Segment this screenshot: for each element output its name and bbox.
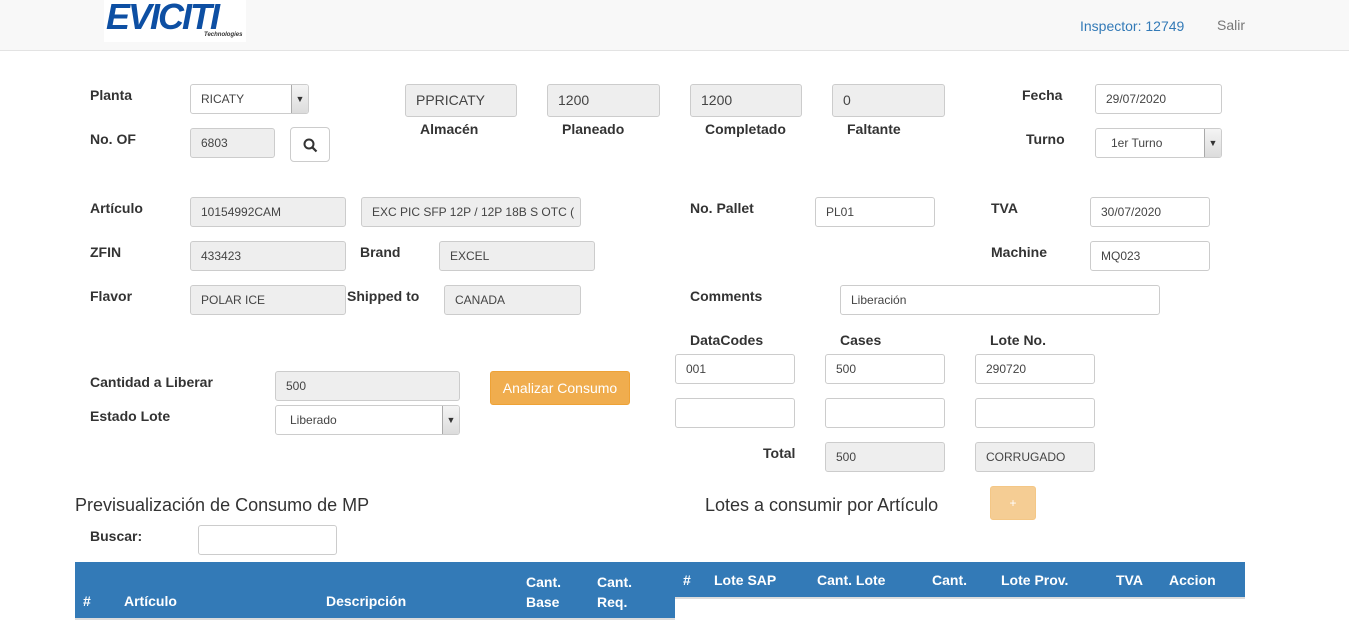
lotes-table-header: # Lote SAP Cant. Lote Cant. Lote Prov. T… (675, 562, 1245, 597)
planeado-label: Planeado (562, 121, 625, 137)
cantidad-label: Cantidad a Liberar (90, 374, 213, 390)
cases-label: Cases (840, 332, 882, 348)
chevron-down-icon: ▼ (1204, 129, 1221, 157)
no-of-field[interactable]: 6803 (190, 128, 275, 158)
completado-field[interactable]: 1200 (690, 84, 802, 117)
zfin-field[interactable]: 433423 (190, 241, 346, 271)
total-label: Total (763, 445, 796, 461)
logout-link[interactable]: Salir (1217, 17, 1245, 33)
column-header[interactable]: Cant. Req. (597, 572, 632, 612)
turno-select[interactable]: 1er Turno ▼ (1095, 128, 1222, 158)
column-header[interactable]: TVA (1116, 572, 1143, 588)
shipped-field[interactable]: CANADA (444, 285, 581, 315)
comments-field[interactable]: Liberación (840, 285, 1160, 315)
completado-label: Completado (705, 121, 786, 137)
column-header[interactable]: Accion (1169, 572, 1216, 588)
planeado-field[interactable]: 1200 (547, 84, 660, 117)
column-header[interactable]: Lote Prov. (1001, 572, 1068, 588)
column-header[interactable]: # (683, 572, 691, 588)
search-of-button[interactable] (290, 127, 330, 162)
lote-no-label: Lote No. (990, 332, 1046, 348)
planta-select-value: RICATY (201, 92, 245, 106)
column-header[interactable]: Artículo (124, 593, 177, 609)
column-header[interactable]: Cant. (932, 572, 967, 588)
analizar-consumo-button[interactable]: Analizar Consumo (490, 371, 630, 405)
machine-field[interactable]: MQ023 (1090, 241, 1210, 271)
top-navbar: EVICITI Technologies Inspector: 12749 Sa… (0, 0, 1349, 51)
shipped-label: Shipped to (347, 288, 420, 304)
machine-label: Machine (991, 244, 1048, 260)
zfin-label: ZFIN (90, 244, 122, 260)
no-of-label: No. OF (90, 131, 136, 147)
almacen-label: Almacén (420, 121, 479, 137)
column-header[interactable]: Descripción (326, 593, 406, 609)
column-header[interactable]: Cant. Base (526, 572, 561, 612)
lote-input[interactable]: 290720 (975, 354, 1095, 384)
add-lote-button[interactable]: + (990, 486, 1036, 520)
tva-field[interactable]: 30/07/2020 (1090, 197, 1210, 227)
estado-select-value: Liberado (290, 413, 337, 427)
turno-label: Turno (1026, 131, 1065, 147)
datacode-input[interactable]: 001 (675, 354, 795, 384)
faltante-label: Faltante (847, 121, 901, 137)
inspector-link[interactable]: Inspector: 12749 (1080, 18, 1184, 34)
brand-label: Brand (360, 244, 401, 260)
comments-label: Comments (690, 288, 763, 304)
table-divider (675, 597, 1245, 599)
flavor-label: Flavor (90, 288, 133, 304)
articulo-label: Artículo (90, 200, 143, 216)
almacen-field[interactable]: PPRICATY (405, 84, 517, 117)
pallet-field[interactable]: PL01 (815, 197, 935, 227)
planta-label: Planta (90, 87, 133, 103)
estado-select[interactable]: Liberado ▼ (275, 405, 460, 435)
brand-field[interactable]: EXCEL (439, 241, 595, 271)
logo-text: EVICITI (106, 0, 220, 37)
preview-table-header: # Artículo Descripción Cant. Base Cant. … (75, 562, 675, 618)
cantidad-field[interactable]: 500 (275, 371, 460, 401)
column-header[interactable]: Lote SAP (714, 572, 776, 588)
datacodes-label: DataCodes (690, 332, 764, 348)
turno-select-value: 1er Turno (1111, 136, 1163, 150)
estado-label: Estado Lote (90, 408, 171, 424)
total-lote-field[interactable]: CORRUGADO (975, 442, 1095, 472)
column-header[interactable]: Cant. Lote (817, 572, 885, 588)
fecha-field[interactable]: 29/07/2020 (1095, 84, 1222, 114)
lote-input[interactable] (975, 398, 1095, 428)
fecha-label: Fecha (1022, 87, 1063, 103)
flavor-field[interactable]: POLAR ICE (190, 285, 346, 315)
lotes-title: Lotes a consumir por Artículo (705, 495, 939, 515)
eviciti-logo[interactable]: EVICITI Technologies (104, 0, 246, 42)
search-input[interactable] (198, 525, 337, 555)
planta-select[interactable]: RICATY ▼ (190, 84, 309, 114)
cases-input[interactable] (825, 398, 945, 428)
search-label: Buscar: (90, 528, 143, 544)
chevron-down-icon: ▼ (442, 406, 459, 434)
chevron-down-icon: ▼ (291, 85, 308, 113)
logo-subtitle: Technologies (204, 32, 243, 38)
articulo-field[interactable]: 10154992CAM (190, 197, 346, 227)
pallet-label: No. Pallet (690, 200, 754, 216)
table-divider (75, 618, 675, 620)
preview-title: Previsualización de Consumo de MP (75, 495, 370, 515)
articulo-description-field[interactable]: EXC PIC SFP 12P / 12P 18B S OTC ( (361, 197, 581, 227)
datacode-input[interactable] (675, 398, 795, 428)
total-cases-field[interactable]: 500 (825, 442, 945, 472)
faltante-field[interactable]: 0 (832, 84, 945, 117)
column-header[interactable]: # (83, 593, 91, 609)
cases-input[interactable]: 500 (825, 354, 945, 384)
search-icon (303, 138, 318, 153)
tva-label: TVA (991, 200, 1018, 216)
